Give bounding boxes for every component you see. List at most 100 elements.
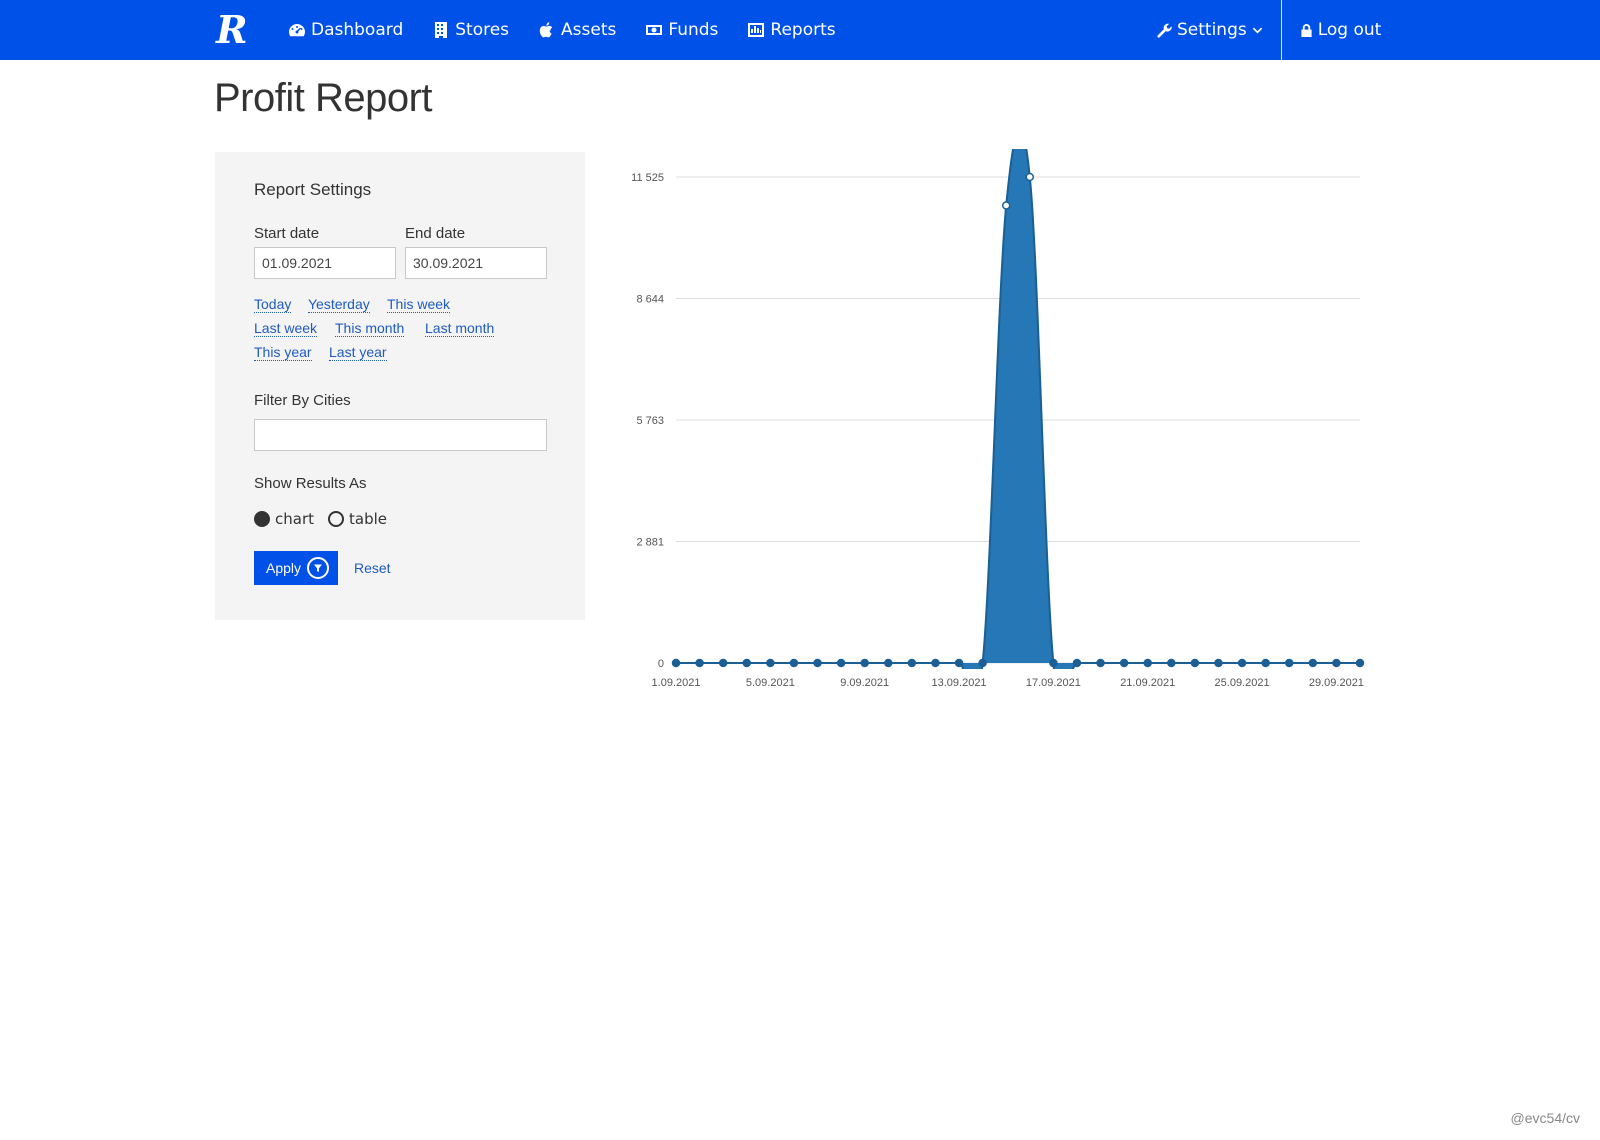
nav-reports[interactable]: Reports [747,20,836,40]
start-date-label: Start date [254,225,320,242]
show-results-label: Show Results As [254,475,367,492]
data-point [789,658,799,668]
watermark: @evc54/cv [1510,1110,1580,1126]
data-point [1025,172,1035,182]
apply-label: Apply [266,560,302,576]
radio-table[interactable]: table [328,510,387,528]
data-point [1190,658,1200,668]
quick-link-last-year[interactable]: Last year [329,344,387,361]
data-point [813,658,822,668]
data-point [1237,658,1247,668]
y-tick-label: 0 [658,658,664,670]
lock-icon [1301,23,1312,37]
data-point [1167,658,1176,668]
bar-chart-icon [748,23,765,37]
data-point [1049,658,1058,668]
y-tick-label: 8 644 [636,293,664,305]
quick-link-this-week[interactable]: This week [387,296,451,313]
data-point [1096,658,1105,668]
reset-link[interactable]: Reset [354,560,391,576]
data-point [978,658,987,668]
data-point [718,658,728,668]
data-point [1001,201,1011,210]
report-settings-panel: Report Settings Start date End date 01.0… [215,152,585,620]
nav-assets-label: Assets [561,20,617,40]
x-tick-label: 5.09.2021 [746,677,795,689]
x-tick-label: 21.09.2021 [1120,677,1175,689]
data-point [1284,658,1294,668]
end-date-input[interactable]: 30.09.2021 [405,247,547,279]
y-tick-label: 2 881 [636,537,664,549]
filter-icon [307,557,330,579]
quick-link-today[interactable]: Today [254,296,292,313]
nav-dashboard[interactable]: Dashboard [288,20,403,40]
data-point [907,658,917,668]
dashboard-icon [289,24,305,37]
nav-reports-label: Reports [770,20,836,40]
start-date-input[interactable]: 01.09.2021 [254,247,396,279]
app-logo[interactable]: R [216,9,252,51]
radio-table-label: table [349,510,387,528]
data-point [766,658,775,668]
nav-funds-label: Funds [668,20,719,40]
nav-assets[interactable]: Assets [538,20,616,40]
data-point [1308,658,1318,668]
data-point [695,658,704,668]
radio-chart-label: chart [275,510,314,528]
data-point [1119,658,1129,668]
x-tick-label: 17.09.2021 [1026,677,1081,689]
apply-button[interactable]: Apply [254,551,338,585]
x-tick-label: 13.09.2021 [932,677,987,689]
page-title: Profit Report [214,76,433,120]
wrench-icon [1157,23,1172,38]
data-point [742,658,752,668]
profit-chart: 0 2 881 5 763 8 644 11 525 1.09.2021 5.09.2021… [631,149,1365,689]
nav-funds[interactable]: Funds [645,20,718,40]
panel-heading: Report Settings [254,180,372,199]
data-point [671,658,681,668]
main-nav: Dashboard Stores Assets Funds Reports [288,0,865,60]
x-tick-label: 29.09.2021 [1309,677,1364,689]
quick-link-this-month[interactable]: This month [335,320,405,337]
y-tick-label: 5 763 [636,415,664,427]
data-point [931,658,940,668]
settings-label: Settings [1177,20,1247,40]
radio-chart-indicator[interactable] [254,511,270,527]
x-tick-label: 9.09.2021 [840,677,889,689]
quick-link-last-month[interactable]: Last month [425,320,495,337]
data-point [954,658,964,668]
quick-link-this-year[interactable]: This year [254,344,312,361]
nav-right: Settings Log out [1156,0,1381,60]
quick-link-last-week[interactable]: Last week [254,320,318,337]
data-point [1332,658,1341,668]
data-point [1261,658,1270,668]
data-point [860,658,869,668]
nav-stores[interactable]: Stores [432,20,509,40]
radio-table-indicator[interactable] [328,511,344,527]
results-format-group: chart table [254,510,401,528]
radio-chart[interactable]: chart [254,510,314,528]
settings-dropdown[interactable]: Settings [1156,20,1281,40]
nav-stores-label: Stores [455,20,510,40]
y-tick-label: 11 525 [631,172,664,184]
nav-dashboard-label: Dashboard [311,20,404,40]
chevron-down-icon [1252,27,1262,34]
money-icon [646,25,663,35]
apple-icon [539,22,553,38]
data-point [836,658,846,668]
data-point [1072,658,1082,668]
x-tick-label: 25.09.2021 [1215,677,1270,689]
logout-button[interactable]: Log out [1282,20,1382,40]
filter-cities-label: Filter By Cities [254,392,351,409]
x-tick-label: 1.09.2021 [652,677,701,689]
data-point [884,658,893,668]
end-date-label: End date [405,225,466,242]
top-navbar: R Dashboard Stores Assets Funds Reports … [0,0,1600,60]
data-point [1214,658,1223,668]
building-icon [435,22,448,38]
data-point [1143,658,1152,668]
logout-label: Log out [1317,20,1382,40]
filter-cities-input[interactable] [254,419,547,451]
quick-link-yesterday[interactable]: Yesterday [308,296,370,313]
data-point [1355,658,1365,668]
